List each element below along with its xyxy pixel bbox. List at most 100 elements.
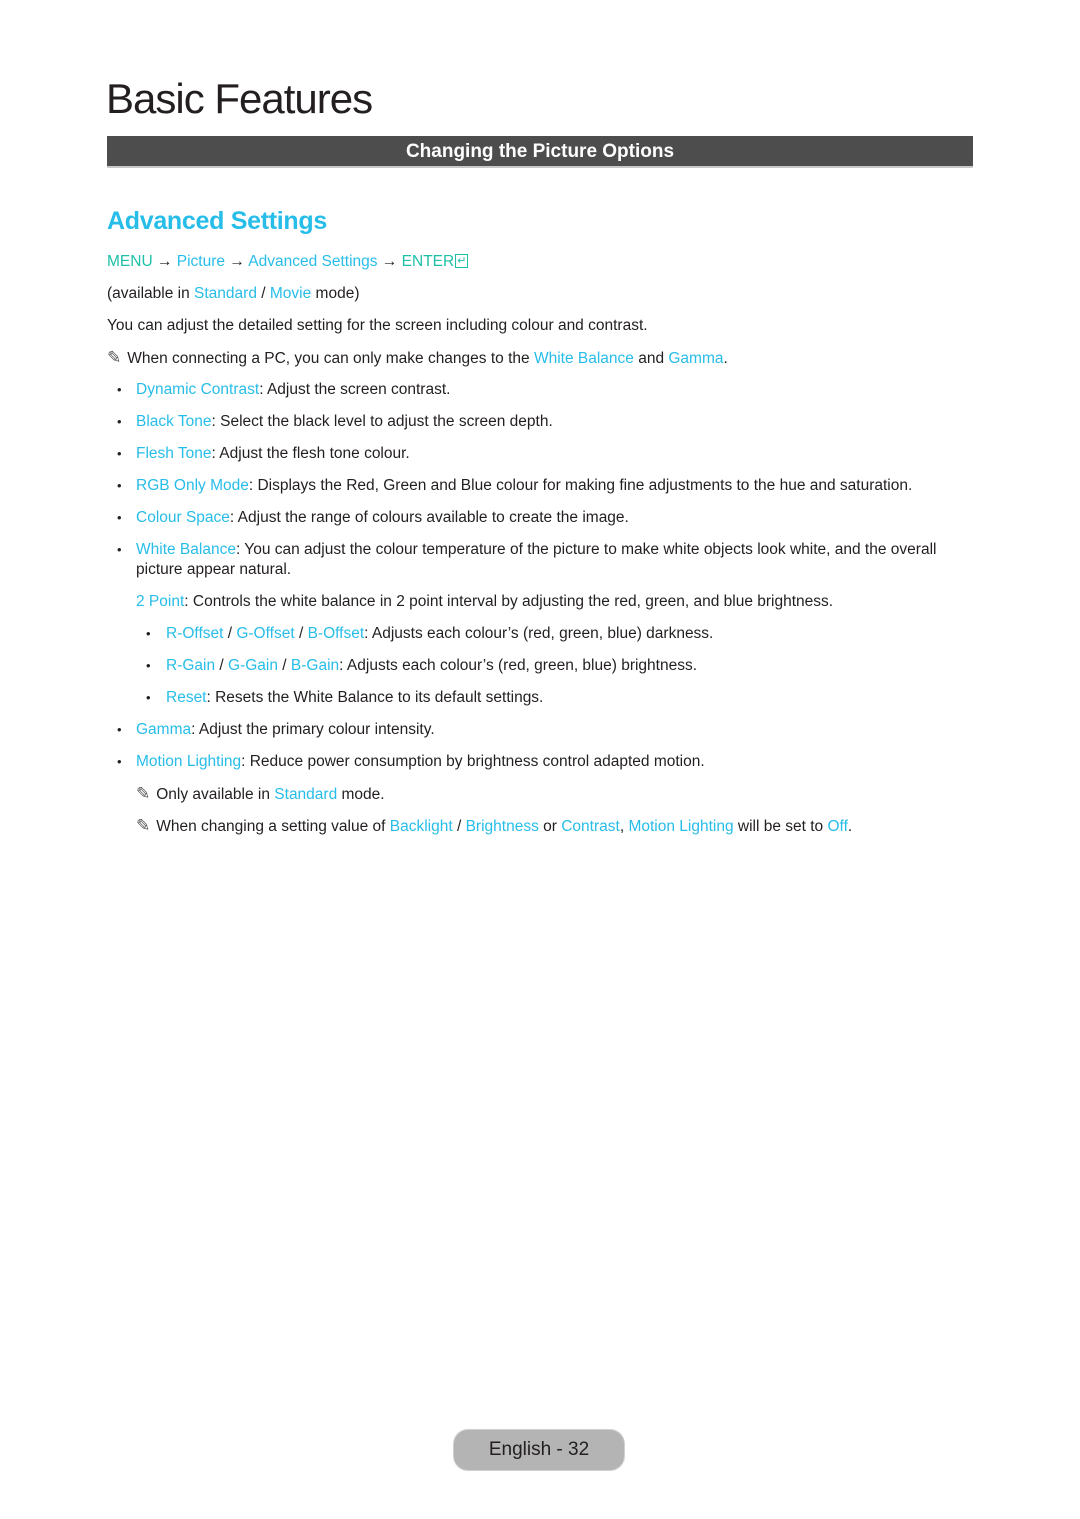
item-desc: : Adjust the screen contrast.: [259, 381, 451, 398]
list-item: • Colour Space: Adjust the range of colou…: [107, 506, 977, 538]
item-desc: : Select the black level to adjust the s…: [211, 413, 553, 430]
item-desc: : Adjust the flesh tone colour.: [211, 445, 410, 462]
term-r-gain: R-Gain: [166, 657, 216, 674]
bullet-icon: •: [117, 510, 122, 525]
item-desc: : Adjusts each colour’s (red, green, blu…: [364, 625, 714, 642]
item-desc: : Adjust the range of colours available …: [229, 509, 629, 526]
term-2-point: 2 Point: [136, 593, 185, 610]
note-text: .: [723, 350, 728, 367]
bullet-icon: •: [117, 478, 122, 493]
note-text: and: [633, 350, 669, 367]
bullet-icon: •: [117, 414, 122, 429]
term-g-gain: G-Gain: [228, 657, 278, 674]
mode-standard: Standard: [194, 285, 257, 302]
subsection-title: Advanced Settings: [107, 207, 327, 235]
separator: /: [215, 657, 229, 674]
list-item: • Flesh Tone: Adjust the flesh tone colou…: [107, 442, 977, 474]
bullet-icon: •: [146, 658, 151, 673]
intro-text: You can adjust the detailed setting for …: [107, 317, 648, 334]
bullet-icon: •: [117, 446, 122, 461]
list-item: • Gamma: Adjust the primary colour intens…: [107, 718, 977, 750]
menu-keyword: MENU: [107, 253, 153, 270]
arrow: →: [377, 253, 402, 270]
section-header-bar: Changing the Picture Options: [107, 136, 973, 168]
separator: /: [223, 625, 237, 642]
link-contrast: Contrast: [561, 818, 620, 835]
term-flesh-tone: Flesh Tone: [136, 445, 212, 462]
separator: /: [452, 818, 466, 835]
list-item: • Dynamic Contrast: Adjust the screen con…: [107, 378, 977, 410]
link-brightness: Brightness: [465, 818, 539, 835]
link-standard: Standard: [274, 786, 338, 803]
term-motion-lighting: Motion Lighting: [136, 753, 242, 770]
item-desc: : Adjusts each colour’s (red, green, blu…: [339, 657, 698, 674]
link-backlight: Backlight: [389, 818, 453, 835]
menu-path: MENU → Picture → Advanced Settings → ENT…: [107, 250, 977, 282]
term-reset: Reset: [166, 689, 207, 706]
item-desc: : Adjust the primary colour intensity.: [191, 721, 435, 738]
list-item: • Motion Lighting: Reduce power consumpti…: [107, 750, 977, 782]
term-dynamic-contrast: Dynamic Contrast: [136, 381, 260, 398]
note-text: or: [538, 818, 562, 835]
arrow: →: [225, 253, 249, 270]
note-text: will be set to: [733, 818, 828, 835]
note-pencil-icon: ✎: [136, 784, 151, 803]
sub-list-item: • R-Offset / G-Offset / B-Offset: Adjusts…: [107, 622, 977, 654]
note-text: When changing a setting value of: [156, 818, 390, 835]
motion-note-settings: ✎ When changing a setting value of Backli…: [107, 814, 977, 846]
bullet-icon: •: [117, 754, 122, 769]
separator: /: [278, 657, 291, 674]
list-item: • Black Tone: Select the black level to a…: [107, 410, 977, 442]
link-off: Off: [827, 818, 848, 835]
term-r-offset: R-Offset: [166, 625, 224, 642]
note-text: Only available in: [156, 786, 275, 803]
term-colour-space: Colour Space: [136, 509, 230, 526]
availability-prefix: (available in: [107, 285, 195, 302]
separator: /: [294, 625, 308, 642]
note-pencil-icon: ✎: [107, 348, 122, 367]
bullet-icon: •: [117, 542, 122, 557]
term-b-offset: B-Offset: [307, 625, 365, 642]
menu-advanced-settings: Advanced Settings: [248, 253, 378, 270]
availability-suffix: mode): [311, 285, 360, 302]
enter-keyword: ENTER: [401, 253, 455, 270]
availability-line: (available in Standard / Movie mode): [107, 282, 977, 314]
mode-movie: Movie: [269, 285, 312, 302]
bullet-icon: •: [117, 382, 122, 397]
sub-list-item: • R-Gain / G-Gain / B-Gain: Adjusts each …: [107, 654, 977, 686]
menu-picture: Picture: [176, 253, 226, 270]
chapter-title: Basic Features: [106, 75, 373, 122]
content-body: MENU → Picture → Advanced Settings → ENT…: [107, 250, 977, 846]
list-item: • White Balance: You can adjust the colou…: [107, 538, 977, 590]
term-g-offset: G-Offset: [236, 625, 295, 642]
two-point-line: 2 Point: Controls the white balance in 2…: [107, 590, 977, 622]
note-text: mode.: [337, 786, 385, 803]
note-text: .: [847, 818, 853, 835]
item-desc: : Displays the Red, Green and Blue colou…: [248, 477, 913, 494]
bullet-icon: •: [146, 626, 151, 641]
item-desc: : Resets the White Balance to its defaul…: [206, 689, 544, 706]
note-pencil-icon: ✎: [136, 816, 151, 835]
page-number-badge: English - 32: [454, 1430, 624, 1470]
term-white-balance: White Balance: [136, 541, 236, 558]
item-desc: : Reduce power consumption by brightness…: [241, 753, 705, 770]
link-white-balance: White Balance: [533, 350, 634, 367]
term-gamma: Gamma: [136, 721, 192, 738]
term-rgb-only-mode: RGB Only Mode: [136, 477, 249, 494]
term-black-tone: Black Tone: [136, 413, 212, 430]
pc-note: ✎ When connecting a PC, you can only make…: [107, 346, 977, 378]
link-motion-lighting: Motion Lighting: [628, 818, 734, 835]
motion-note-standard: ✎ Only available in Standard mode.: [107, 782, 977, 814]
separator: /: [256, 285, 270, 302]
list-item: • RGB Only Mode: Displays the Red, Green …: [107, 474, 977, 506]
bullet-icon: •: [146, 690, 151, 705]
bullet-icon: •: [117, 722, 122, 737]
item-desc: : You can adjust the colour temperature …: [136, 541, 937, 578]
sub-list-item: • Reset: Resets the White Balance to its …: [107, 686, 977, 718]
item-desc: : Controls the white balance in 2 point …: [184, 593, 834, 610]
arrow: →: [152, 253, 177, 270]
link-gamma: Gamma: [668, 350, 724, 367]
enter-icon: ↵: [455, 254, 469, 268]
term-b-gain: B-Gain: [290, 657, 340, 674]
note-text: When connecting a PC, you can only make …: [127, 350, 534, 367]
